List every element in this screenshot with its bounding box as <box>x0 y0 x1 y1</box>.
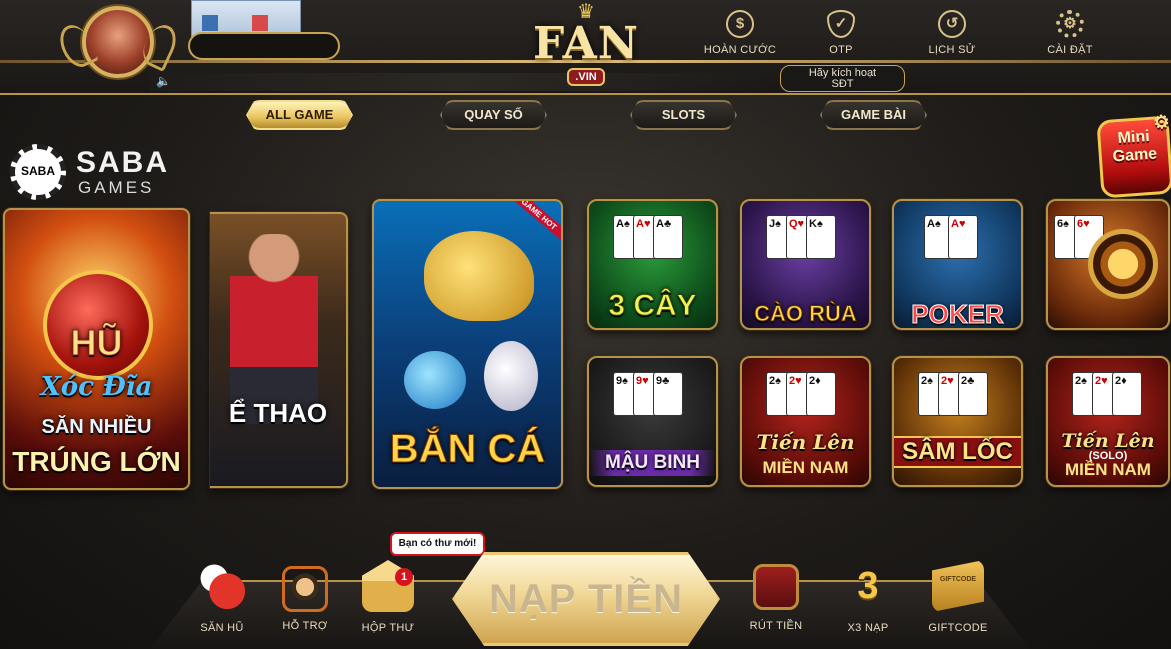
game-card-tien-len-mien-nam[interactable]: 2♠ 2♥ 2♦ Tiến Lên MIỀN NAM <box>740 356 871 487</box>
ad-thumb-icon <box>202 15 218 31</box>
game-card-roulette[interactable]: 6♠ 6♥ <box>1046 199 1170 330</box>
football-player-image <box>230 234 318 424</box>
game-label: CÀO RÙA <box>754 301 858 327</box>
activate-phone-button[interactable]: Hãy kích hoạt SĐT <box>780 65 905 92</box>
playing-cards-icon: 2♠ 2♥ 2♦ <box>766 372 846 432</box>
card-tagline: SĂN NHIỀU <box>41 416 152 438</box>
game-card-cao-rua[interactable]: J♠ Q♥ K♠ CÀO RÙA <box>740 199 871 330</box>
brand-line-2: GAMES <box>78 178 155 197</box>
menu-label: OTP <box>829 44 853 56</box>
top-menu: $ HOÀN CƯỚC ✓ OTP ↺ LỊCH SỬ ⚙ CÀI ĐẶT <box>690 10 1110 62</box>
game-hot-ribbon: GAME HOT <box>504 201 561 245</box>
menu-label: LỊCH SỬ <box>928 44 976 56</box>
activate-line-2: SĐT <box>831 78 854 90</box>
playing-cards-icon: J♠ Q♥ K♠ <box>766 215 846 275</box>
game-label: SÂM LỐC <box>894 436 1021 468</box>
playing-cards-icon: A♠ A♥ <box>918 215 998 275</box>
game-card-tien-len-solo[interactable]: 2♠ 2♥ 2♦ Tiến Lên (SOLO) MIỀN NAM <box>1046 356 1170 487</box>
brand-line-1: SABA <box>76 146 170 179</box>
speaker-icon[interactable]: 🔈 <box>156 74 171 88</box>
menu-otp[interactable]: ✓ OTP <box>791 10 891 56</box>
card-title: BẮN CÁ <box>389 427 546 472</box>
tab-quay-so[interactable]: QUAY SỐ <box>440 100 547 130</box>
bottom-label: HỖ TRỢ <box>282 620 328 632</box>
saba-games-logo: SABA SABA GAMES <box>10 142 185 200</box>
mini-game-label-2: Game <box>1112 145 1158 166</box>
bottom-ho-tro[interactable]: HỖ TRỢ <box>265 560 345 632</box>
fanvin-logo: ♛ FAN .VIN <box>527 2 645 98</box>
logo-text: FAN <box>532 18 640 69</box>
game-label: Tiến Lên <box>1061 430 1155 452</box>
menu-lich-su[interactable]: ↺ LỊCH SỬ <box>902 10 1002 56</box>
menu-cai-dat[interactable]: ⚙ CÀI ĐẶT <box>1020 10 1120 56</box>
bottom-giftcode[interactable]: GIFTCODE GIFTCODE <box>918 560 998 634</box>
game-card-mau-binh[interactable]: 9♠ 9♥ 9♣ MẬU BINH <box>587 356 718 487</box>
gear-icon: ⚙ <box>1056 10 1084 38</box>
menu-label: HOÀN CƯỚC <box>703 44 777 56</box>
playing-cards-icon: A♠ A♥ A♣ <box>613 215 693 275</box>
bottom-label: X3 NẠP <box>847 622 889 634</box>
game-card-sam-loc[interactable]: 2♠ 2♥ 2♣ SÂM LỐC <box>892 356 1023 487</box>
headset-support-icon <box>282 566 328 612</box>
user-avatar[interactable] <box>82 6 154 78</box>
puffer-fish-image <box>404 351 466 409</box>
bottom-label: GIFTCODE <box>928 622 988 634</box>
bottom-x3-nap[interactable]: 3 X3 NẠP <box>828 560 908 634</box>
golden-shark-image <box>424 231 534 321</box>
unread-badge: 1 <box>395 568 413 586</box>
game-card-poker[interactable]: A♠ A♥ POKER <box>892 199 1023 330</box>
bottom-hop-thu[interactable]: 1 HỘP THƯ <box>348 560 428 634</box>
roulette-wheel-icon <box>1088 229 1158 299</box>
nap-tien-button[interactable]: NẠP TIỀN <box>452 552 720 646</box>
bottom-label: RÚT TIỀN <box>749 620 803 632</box>
tab-game-bai[interactable]: GAME BÀI <box>820 100 927 130</box>
card-tagline-2: TRÚNG LỚN <box>12 446 181 477</box>
menu-label: CÀI ĐẶT <box>1047 44 1093 56</box>
bottom-san-hu[interactable]: SĂN HŨ <box>182 560 262 634</box>
announcement-marquee: 🔈 <box>150 73 770 91</box>
dollar-coin-icon: $ <box>726 10 754 38</box>
giftcode-ticket-icon: GIFTCODE <box>932 560 984 612</box>
new-mail-tooltip: Bạn có thư mới! <box>390 532 485 556</box>
shield-check-icon: ✓ <box>827 10 855 38</box>
poker-chip-icon: SABA <box>10 144 66 200</box>
history-clock-icon: ↺ <box>938 10 966 38</box>
game-card-the-thao[interactable]: Ể THAO <box>210 212 348 488</box>
playing-cards-icon: 9♠ 9♥ 9♣ <box>613 372 693 432</box>
game-card-ban-ca[interactable]: GAME HOT BẮN CÁ <box>372 199 563 489</box>
ad-thumb-icon <box>252 15 268 31</box>
game-sublabel: MIỀN NAM <box>762 458 849 477</box>
card-title: HŨ <box>70 322 123 364</box>
tab-slots[interactable]: SLOTS <box>630 100 737 130</box>
playing-cards-icon: 2♠ 2♥ 2♣ <box>918 372 998 432</box>
game-label: POKER <box>911 299 1004 329</box>
game-card-3-cay[interactable]: A♠ A♥ A♣ 3 CÂY <box>587 199 718 330</box>
bottom-rut-tien[interactable]: RÚT TIỀN <box>736 560 816 632</box>
tab-all-game[interactable]: ALL GAME <box>246 100 353 130</box>
game-label: 3 CÂY <box>608 289 697 323</box>
bottom-label: SĂN HŨ <box>200 622 244 634</box>
dice-icon <box>196 560 248 612</box>
mini-game-button[interactable]: ⚙ Mini Game <box>1096 111 1171 199</box>
game-label: Tiến Lên <box>756 430 855 454</box>
x3-bonus-icon: 3 <box>857 565 879 607</box>
dolphin-image <box>484 341 538 411</box>
bottom-label: HỘP THƯ <box>361 622 415 634</box>
menu-hoan-cuoc[interactable]: $ HOÀN CƯỚC <box>690 10 790 56</box>
game-card-hu-xoc-dia[interactable]: HŨ Xóc Đĩa SĂN NHIỀU TRÚNG LỚN <box>3 208 190 490</box>
card-title: Ể THAO <box>228 398 328 428</box>
card-subtitle: Xóc Đĩa <box>40 372 153 402</box>
playing-cards-icon: 2♠ 2♥ 2♦ <box>1072 372 1152 432</box>
game-label: MẬU BINH <box>589 450 716 476</box>
gear-icon: ⚙ <box>1152 111 1171 133</box>
safe-vault-icon <box>753 564 799 610</box>
game-sublabel: MIỀN NAM <box>1065 460 1151 479</box>
logo-subtext: .VIN <box>567 68 605 86</box>
username-field[interactable] <box>188 32 340 60</box>
